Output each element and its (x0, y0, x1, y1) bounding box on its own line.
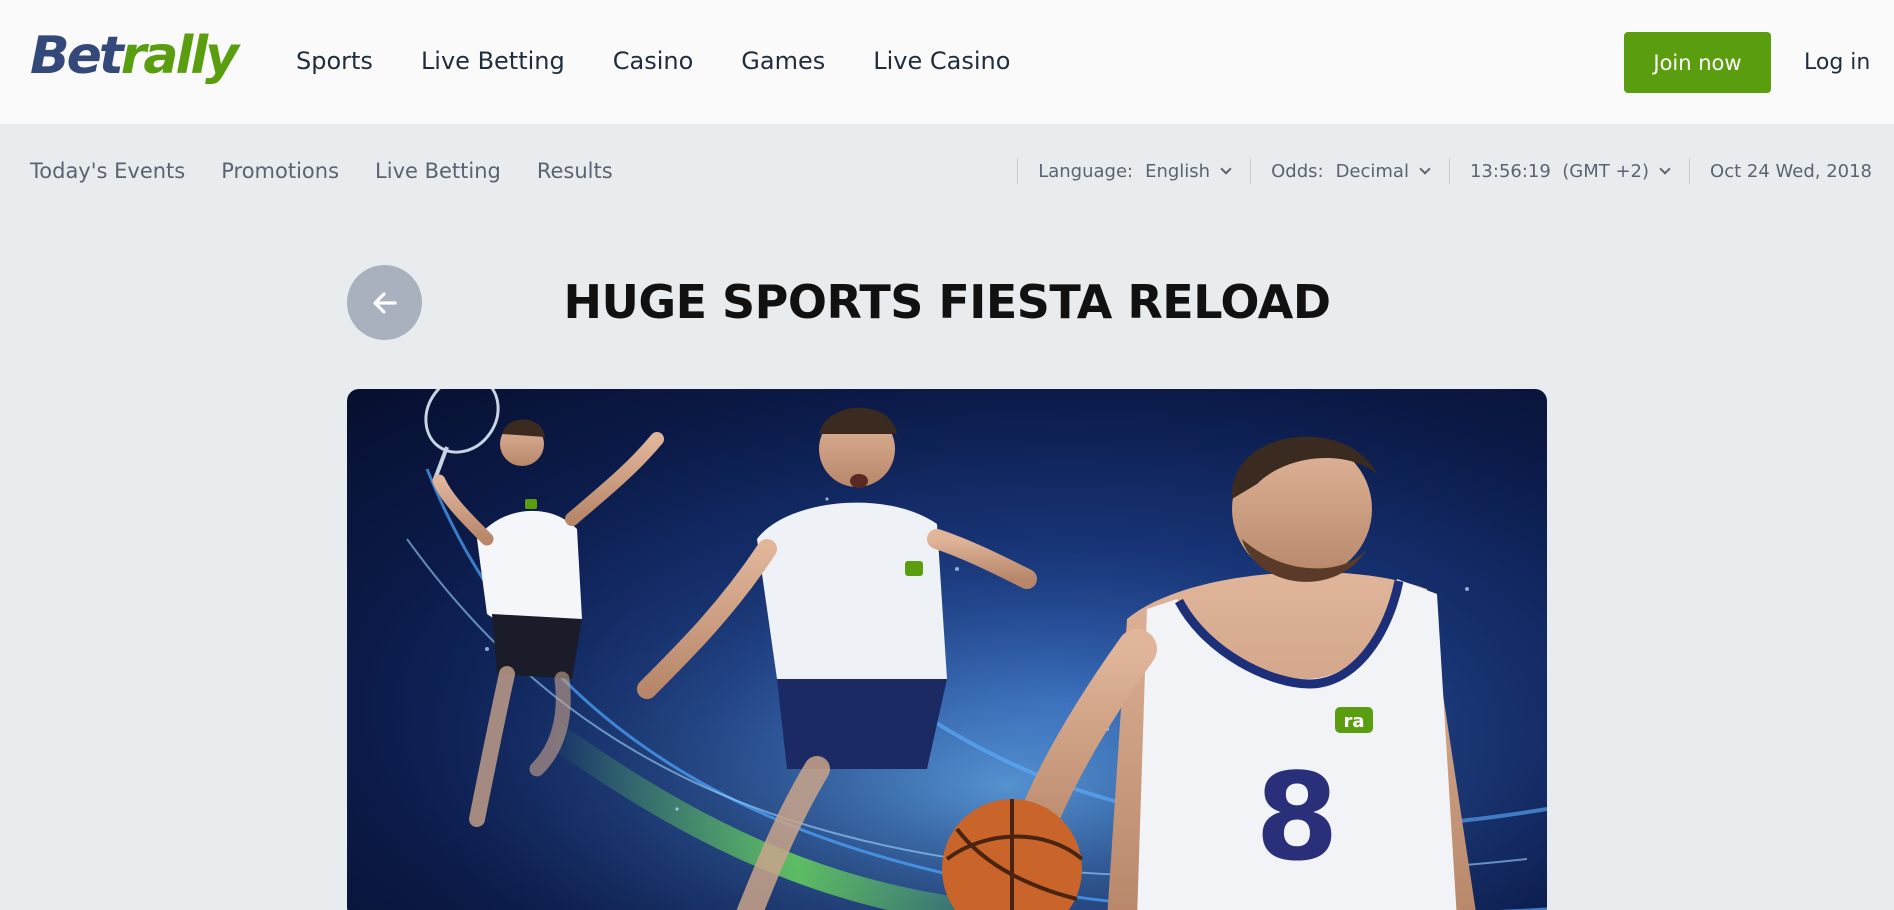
chevron-down-icon (1419, 162, 1431, 175)
betrally-logo[interactable]: Betrally (30, 26, 239, 86)
nav-casino[interactable]: Casino (613, 44, 694, 78)
promo-banner-image: ra 8 (347, 389, 1547, 910)
login-link[interactable]: Log in (1804, 48, 1870, 78)
subnav-live-betting[interactable]: Live Betting (375, 156, 501, 186)
subnav-results[interactable]: Results (537, 156, 613, 186)
language-value: English (1145, 160, 1211, 182)
subnav-todays-events[interactable]: Today's Events (30, 156, 185, 186)
timezone-selector[interactable]: 13:56:19 (GMT +2) (1448, 158, 1689, 184)
preferences-bar: Language: English Odds: Decimal 13:56:19… (1017, 156, 1872, 186)
chevron-down-icon (1220, 162, 1232, 175)
arrow-left-icon (372, 291, 397, 314)
time-value: 13:56:19 (GMT +2) (1469, 160, 1650, 182)
sub-header: Today's Events Promotions Live Betting R… (0, 124, 1894, 212)
language-label: Language: (1038, 160, 1134, 182)
jersey-badge: ra (1343, 711, 1364, 732)
jersey-number: 8 (1255, 749, 1339, 888)
current-date: Oct 24 Wed, 2018 (1689, 158, 1872, 184)
promo-title: HUGE SPORTS FIESTA RELOAD (563, 275, 1331, 329)
join-now-button[interactable]: Join now (1624, 32, 1771, 93)
nav-sports[interactable]: Sports (296, 44, 373, 78)
sub-nav: Today's Events Promotions Live Betting R… (30, 156, 649, 186)
main-nav: Sports Live Betting Casino Games Live Ca… (296, 44, 1058, 78)
odds-label: Odds: (1271, 160, 1324, 182)
nav-games[interactable]: Games (741, 44, 825, 78)
back-button[interactable] (347, 265, 422, 340)
language-selector[interactable]: Language: English (1017, 158, 1250, 184)
subnav-promotions[interactable]: Promotions (221, 156, 339, 186)
nav-live-casino[interactable]: Live Casino (873, 44, 1010, 78)
logo-part-rally: rally (120, 26, 239, 86)
logo-part-bet: Bet (30, 26, 124, 86)
odds-value: Decimal (1335, 160, 1409, 182)
top-header: Betrally Sports Live Betting Casino Game… (0, 0, 1894, 124)
chevron-down-icon (1659, 162, 1671, 175)
date-value: Oct 24 Wed, 2018 (1710, 160, 1872, 182)
odds-selector[interactable]: Odds: Decimal (1250, 158, 1449, 184)
nav-live-betting[interactable]: Live Betting (421, 44, 565, 78)
